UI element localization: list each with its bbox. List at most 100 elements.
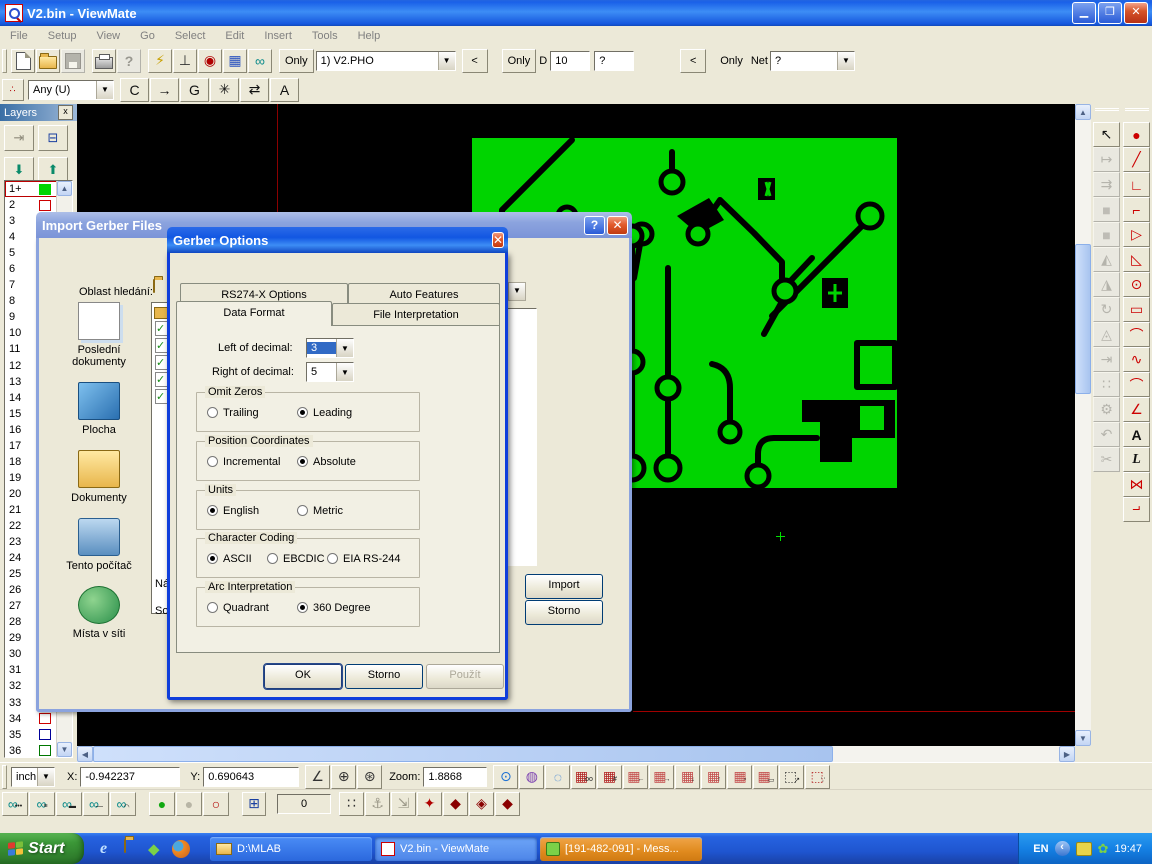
chevron-down-icon[interactable]: ▼ (438, 52, 455, 70)
inspect-glasses-icon[interactable]: ∞ (248, 49, 272, 73)
place-dokumenty[interactable]: Dokumenty (51, 450, 147, 504)
gerber-dialog-titlebar[interactable]: Gerber Options ✕ (167, 227, 508, 253)
flash-select2-icon[interactable]: ◆ (443, 792, 468, 816)
draw-triangle-button[interactable]: ◺ (1123, 247, 1150, 272)
icq-flower-icon[interactable]: ✿ (1098, 841, 1109, 857)
taskbar-button[interactable]: [191-482-091] - Mess... (540, 837, 702, 861)
view-film-icon[interactable]: ▦oo (571, 765, 596, 789)
draw-arc-point-button[interactable]: ⌒ (1123, 372, 1150, 397)
menu-insert[interactable]: Insert (254, 28, 302, 44)
draw-text-button[interactable]: A (1123, 422, 1150, 447)
storno-button[interactable]: Storno (525, 600, 603, 625)
dcode-star-icon[interactable]: ✳ (210, 78, 239, 102)
layer-color-swatch[interactable] (39, 729, 51, 740)
dcode-query-field[interactable]: ? (594, 51, 634, 71)
help-icon[interactable]: ? (584, 216, 605, 235)
radio-icon[interactable] (207, 553, 218, 564)
radio-english[interactable]: English (207, 505, 259, 517)
canvas-horizontal-scrollbar[interactable]: ◀ ▶ (77, 746, 1075, 762)
view-pads-glasses-icon[interactable]: ∞▬ (56, 792, 82, 816)
taskbar-button[interactable]: V2.bin - ViewMate (375, 837, 537, 861)
flash-select4-icon[interactable]: ◆ (495, 792, 520, 816)
chevron-down-icon[interactable]: ▼ (336, 363, 353, 381)
chevron-down-icon[interactable]: ▼ (837, 52, 854, 70)
radio-ascii[interactable]: ASCII (207, 553, 252, 565)
select-points-icon[interactable]: ⬚∵ (805, 765, 830, 789)
layer-color-swatch[interactable] (39, 200, 51, 211)
select-arrow-button[interactable]: ↖ (1093, 122, 1120, 147)
only-layer-button[interactable]: Only (279, 49, 314, 73)
close-icon[interactable]: ✕ (492, 232, 504, 248)
folder-quicklaunch-icon[interactable] (124, 840, 142, 858)
scrollbar-thumb[interactable] (93, 746, 833, 762)
scroll-left-icon[interactable]: ◀ (77, 746, 93, 762)
menu-file[interactable]: File (0, 28, 38, 44)
net-select-combo[interactable]: ? ▼ (770, 51, 855, 71)
view-trace-glasses-icon[interactable]: ∞— (83, 792, 109, 816)
print-button[interactable] (92, 49, 116, 73)
grid-add-icon[interactable]: ▦▫ (727, 765, 752, 789)
menu-edit[interactable]: Edit (215, 28, 254, 44)
view-fill-glasses-icon[interactable]: ∞◠ (110, 792, 136, 816)
radio-360-degree[interactable]: 360 Degree (297, 602, 371, 614)
chevron-down-icon[interactable]: ▼ (96, 81, 113, 99)
draw-corner-path-button[interactable]: ⌐ (1123, 197, 1150, 222)
place-plocha[interactable]: Plocha (51, 382, 147, 436)
grid-dots-icon[interactable]: ∷ (339, 792, 364, 816)
radio-quadrant[interactable]: Quadrant (207, 602, 269, 614)
close-icon[interactable]: x (58, 105, 73, 120)
zoom-grid-icon[interactable]: ◍ (519, 765, 544, 789)
zoom-value-input[interactable]: 1.8868 (423, 767, 487, 787)
prev-layer-button[interactable]: < (462, 49, 488, 73)
layer-color-swatch[interactable] (39, 713, 51, 724)
radio-trailing[interactable]: Trailing (207, 407, 259, 419)
only-net-button[interactable]: Only (714, 49, 749, 73)
move-points-icon[interactable]: ⇲ (391, 792, 416, 816)
pan-left-icon[interactable]: ▦← (623, 765, 648, 789)
left-of-decimal-combo[interactable]: 3 ▼ (306, 338, 354, 358)
tab-file-interpretation[interactable]: File Interpretation (332, 303, 500, 326)
draw-sketch-button[interactable]: ∠ (1123, 397, 1150, 422)
toolbar-grip[interactable] (2, 765, 7, 789)
layer-color-swatch[interactable] (39, 184, 51, 195)
scroll-down-icon[interactable]: ▼ (1075, 730, 1091, 746)
draw-open-arc-button[interactable]: ▷ (1123, 222, 1150, 247)
dcode-c-icon[interactable]: C (120, 78, 149, 102)
draw-polyline-button[interactable]: ∟ (1123, 172, 1150, 197)
menu-select[interactable]: Select (165, 28, 216, 44)
radio-absolute[interactable]: Absolute (297, 456, 356, 468)
chevron-down-icon[interactable]: ▼ (336, 339, 353, 357)
aperture-filter-combo[interactable]: Any (U) ▼ (28, 80, 114, 100)
scroll-up-icon[interactable]: ▲ (1075, 104, 1091, 120)
close-button[interactable]: ✕ (1124, 2, 1148, 24)
locate-point-icon[interactable]: ⊛ (357, 765, 382, 789)
dcode-swap-icon[interactable]: ⇄ (240, 78, 269, 102)
dcode-goto-icon[interactable]: → (150, 78, 179, 102)
open-file-button[interactable] (36, 49, 60, 73)
radio-icon[interactable] (207, 602, 218, 613)
menu-tools[interactable]: Tools (302, 28, 348, 44)
scroll-up-icon[interactable]: ▲ (57, 181, 72, 196)
draw-curve-button[interactable]: ∿ (1123, 347, 1150, 372)
right-of-decimal-combo[interactable]: 5 ▼ (306, 362, 354, 382)
radio-eia-rs-244[interactable]: EIA RS-244 (327, 553, 400, 565)
lamp-dim-icon[interactable]: ● (176, 792, 202, 816)
angle-measure-icon[interactable]: ∠ (305, 765, 330, 789)
dcode-a-icon[interactable]: A (270, 78, 299, 102)
radio-icon[interactable] (207, 456, 218, 467)
canvas-vertical-scrollbar[interactable]: ▲ ▼ (1075, 104, 1091, 746)
pan-down-icon[interactable]: ▦↓ (675, 765, 700, 789)
radio-incremental[interactable]: Incremental (207, 456, 280, 468)
radio-icon[interactable] (297, 602, 308, 613)
draw-flash-button[interactable]: ● (1123, 122, 1150, 147)
ok-button[interactable]: OK (264, 664, 342, 689)
dcode-g-icon[interactable]: G (180, 78, 209, 102)
draw-label-button[interactable]: L (1123, 447, 1150, 472)
lamp-off-icon[interactable]: ○ (203, 792, 229, 816)
close-icon[interactable]: ✕ (607, 216, 628, 235)
radio-icon[interactable] (297, 407, 308, 418)
scroll-right-icon[interactable]: ▶ (1059, 746, 1075, 762)
film-colors-icon[interactable]: ▦ (223, 49, 247, 73)
radio-icon[interactable] (297, 505, 308, 516)
language-indicator[interactable]: EN (1033, 843, 1048, 855)
